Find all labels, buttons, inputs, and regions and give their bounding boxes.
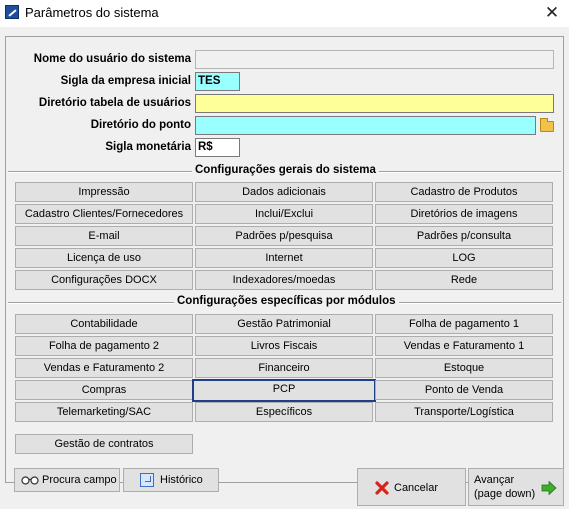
historico-button[interactable]: Histórico	[123, 468, 219, 492]
btn-vendas-faturamento-2[interactable]: Vendas e Faturamento 2	[15, 358, 193, 378]
btn-cadastro-clientes[interactable]: Cadastro Clientes/Fornecedores	[15, 204, 193, 224]
procura-campo-label: Procura campo	[42, 474, 117, 486]
btn-padroes-consulta[interactable]: Padrões p/consulta	[375, 226, 553, 246]
usuario-label: Nome do usuário do sistema	[33, 53, 191, 65]
btn-livros-fiscais[interactable]: Livros Fiscais	[195, 336, 373, 356]
close-button[interactable]: ✕	[535, 0, 569, 27]
btn-financeiro[interactable]: Financeiro	[195, 358, 373, 378]
btn-inclui-exclui[interactable]: Inclui/Exclui	[195, 204, 373, 224]
procura-campo-button[interactable]: Procura campo	[14, 468, 120, 492]
btn-configuracoes-docx[interactable]: Configurações DOCX	[15, 270, 193, 290]
btn-email[interactable]: E-mail	[15, 226, 193, 246]
dir-ponto-input[interactable]	[195, 116, 536, 135]
btn-telemarketing-sac[interactable]: Telemarketing/SAC	[15, 402, 193, 422]
btn-folha-pagamento-1[interactable]: Folha de pagamento 1	[375, 314, 553, 334]
title-bar: Parâmetros do sistema ✕	[0, 0, 569, 27]
btn-rede[interactable]: Rede	[375, 270, 553, 290]
usuario-input[interactable]	[195, 50, 554, 69]
avancar-shortcut-label: (page down)	[474, 488, 536, 500]
btn-impressao[interactable]: Impressão	[15, 182, 193, 202]
btn-cadastro-produtos[interactable]: Cadastro de Produtos	[375, 182, 553, 202]
cancel-x-icon	[375, 481, 389, 495]
params-panel: Nome do usuário do sistema Sigla da empr…	[5, 36, 564, 483]
history-icon	[140, 473, 154, 487]
btn-estoque[interactable]: Estoque	[375, 358, 553, 378]
sigla-monetaria-input[interactable]: R$	[195, 138, 240, 157]
arrow-right-icon	[541, 481, 557, 495]
field-row-sigla-monetaria: Sigla monetária	[6, 138, 191, 158]
btn-folha-pagamento-2[interactable]: Folha de pagamento 2	[15, 336, 193, 356]
btn-vendas-faturamento-1[interactable]: Vendas e Faturamento 1	[375, 336, 553, 356]
field-row-dir-usuarios: Diretório tabela de usuários	[6, 94, 191, 114]
field-row-usuario: Nome do usuário do sistema	[6, 50, 191, 70]
section-title-gerais: Configurações gerais do sistema	[192, 164, 379, 176]
btn-contabilidade[interactable]: Contabilidade	[15, 314, 193, 334]
folder-icon[interactable]	[540, 118, 554, 132]
glasses-icon	[21, 476, 39, 485]
btn-log[interactable]: LOG	[375, 248, 553, 268]
sigla-empresa-input[interactable]: TES	[195, 72, 240, 91]
dialog-body: Nome do usuário do sistema Sigla da empr…	[2, 27, 567, 507]
dir-ponto-label: Diretório do ponto	[90, 119, 191, 131]
window-title: Parâmetros do sistema	[25, 5, 159, 20]
field-row-dir-ponto: Diretório do ponto	[6, 116, 191, 136]
sigla-monetaria-label: Sigla monetária	[105, 141, 191, 153]
cancelar-label: Cancelar	[394, 482, 439, 494]
btn-padroes-pesquisa[interactable]: Padrões p/pesquisa	[195, 226, 373, 246]
btn-indexadores-moedas[interactable]: Indexadores/moedas	[195, 270, 373, 290]
dir-usuarios-input[interactable]	[195, 94, 554, 113]
btn-dados-adicionais[interactable]: Dados adicionais	[195, 182, 373, 202]
btn-gestao-contratos[interactable]: Gestão de contratos	[15, 434, 193, 454]
btn-compras[interactable]: Compras	[15, 380, 193, 400]
field-row-sigla-empresa: Sigla da empresa inicial	[6, 72, 191, 92]
section-title-modulos: Configurações específicas por módulos	[174, 295, 399, 307]
btn-transporte-logistica[interactable]: Transporte/Logística	[375, 402, 553, 422]
dir-usuarios-label: Diretório tabela de usuários	[38, 97, 191, 109]
btn-internet[interactable]: Internet	[195, 248, 373, 268]
app-icon	[5, 5, 19, 19]
btn-diretorios-imagens[interactable]: Diretórios de imagens	[375, 204, 553, 224]
historico-label: Histórico	[160, 474, 203, 486]
avancar-button[interactable]: Avançar (page down)	[468, 468, 564, 506]
btn-especificos[interactable]: Específicos	[195, 402, 373, 422]
btn-licenca-uso[interactable]: Licença de uso	[15, 248, 193, 268]
sigla-empresa-label: Sigla da empresa inicial	[60, 75, 191, 87]
btn-gestao-patrimonial[interactable]: Gestão Patrimonial	[195, 314, 373, 334]
btn-ponto-venda[interactable]: Ponto de Venda	[375, 380, 553, 400]
btn-pcp[interactable]: PCP	[192, 379, 376, 402]
cancelar-button[interactable]: Cancelar	[357, 468, 466, 506]
avancar-label: Avançar	[474, 474, 515, 486]
